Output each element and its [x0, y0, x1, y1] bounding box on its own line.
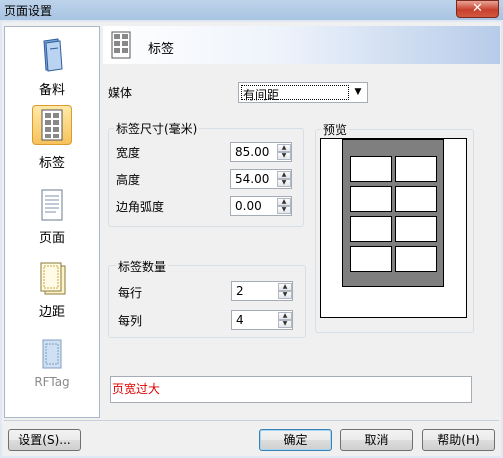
per-column-label: 每列: [118, 314, 143, 328]
media-label: 媒体: [108, 86, 133, 100]
width-label: 宽度: [116, 146, 141, 160]
sidebar: 备料 标签 页面 边距 RFTag: [4, 26, 100, 418]
section-title: 标签: [148, 42, 175, 57]
window-title: 页面设置: [4, 4, 53, 18]
sidebar-item-label: 标签: [38, 156, 65, 171]
height-field[interactable]: 54.00 ▲ ▼: [230, 169, 292, 189]
title-bar: [0, 0, 503, 20]
media-select[interactable]: 有间距 ▼: [238, 82, 368, 103]
error-message: 页宽过大: [112, 382, 161, 396]
ok-button[interactable]: 确定: [259, 429, 332, 451]
sidebar-item-label: RFTag: [34, 375, 70, 389]
corner-radius-field[interactable]: 0.00 ▲ ▼: [230, 196, 292, 216]
preview-page: [320, 138, 467, 318]
sidebar-item-margins[interactable]: 边距: [5, 259, 99, 325]
label-sheet-icon: [41, 109, 63, 141]
width-field[interactable]: 85.00 ▲ ▼: [230, 142, 292, 162]
chevron-down-icon[interactable]: ▼: [351, 85, 365, 100]
cancel-button[interactable]: 取消: [340, 429, 413, 451]
preview-label-cell: [395, 156, 437, 182]
height-label: 高度: [116, 173, 141, 187]
book-icon: [43, 38, 63, 72]
preview-label-cell: [395, 186, 437, 212]
label-sheet-icon: [111, 31, 131, 59]
per-column-spinner[interactable]: ▲ ▼: [278, 312, 292, 328]
height-value: 54.00: [235, 172, 270, 186]
rftag-icon: [42, 339, 62, 369]
sidebar-item-label: 页面: [38, 231, 65, 246]
sidebar-item-page[interactable]: 页面: [5, 185, 99, 251]
sidebar-item-materials[interactable]: 备料: [5, 33, 99, 99]
preview-label-cell: [395, 216, 437, 242]
width-value: 85.00: [235, 145, 270, 159]
page-icon: [41, 189, 63, 221]
preview-label-cell: [350, 186, 392, 212]
message-box: 页宽过大: [110, 376, 472, 403]
per-row-label: 每行: [118, 286, 143, 300]
media-selected-value: 有间距: [243, 88, 280, 102]
preview-legend: 预览: [321, 121, 350, 138]
corner-radius-value: 0.00: [235, 199, 262, 213]
corner-radius-spinner[interactable]: ▲ ▼: [277, 198, 291, 214]
height-spinner[interactable]: ▲ ▼: [277, 171, 291, 187]
preview-label-cell: [350, 246, 392, 272]
width-spinner[interactable]: ▲ ▼: [277, 144, 291, 160]
sidebar-item-label: 边距: [38, 305, 65, 320]
per-row-spinner[interactable]: ▲ ▼: [278, 283, 292, 299]
per-row-field[interactable]: 2 ▲ ▼: [231, 281, 293, 301]
label-count-legend: 标签数量: [116, 258, 169, 275]
label-size-legend: 标签尺寸(毫米): [114, 120, 200, 137]
section-header: 标签: [103, 26, 500, 64]
sidebar-item-labels[interactable]: 标签: [5, 105, 99, 171]
sidebar-item-rftag[interactable]: RFTag: [5, 333, 99, 399]
per-row-value: 2: [236, 284, 244, 298]
per-column-field[interactable]: 4 ▲ ▼: [231, 310, 293, 330]
divider: [4, 420, 499, 421]
sidebar-item-label: 备料: [38, 83, 65, 98]
per-column-value: 4: [236, 313, 244, 327]
margins-icon: [40, 262, 66, 295]
help-button[interactable]: 帮助(H): [422, 429, 495, 451]
preview-label-cell: [395, 246, 437, 272]
preview-label-cell: [350, 216, 392, 242]
settings-button[interactable]: 设置(S)...: [8, 429, 81, 451]
preview-label-cell: [350, 156, 392, 182]
preview-sheet: [342, 139, 444, 287]
close-button[interactable]: ✕: [456, 0, 499, 18]
corner-radius-label: 边角弧度: [116, 200, 165, 214]
